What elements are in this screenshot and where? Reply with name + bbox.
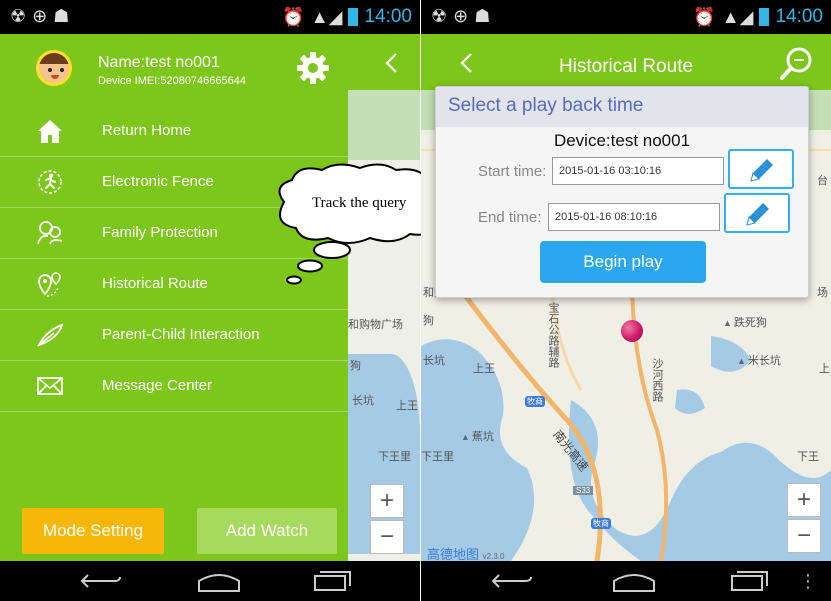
map-header-peek [348, 34, 420, 90]
home-nav-icon[interactable] [196, 571, 242, 593]
back-arrow-icon[interactable] [384, 52, 398, 74]
profile-header: Name:test no001 Device IMEI:520807466656… [0, 34, 348, 104]
android-nav-bar: ⋮ [421, 561, 831, 601]
search-icon[interactable] [779, 46, 815, 82]
map-label: 牧商 [525, 396, 545, 407]
menu-item-label: Historical Route [102, 275, 208, 292]
page-title: Historical Route [558, 56, 694, 77]
fence-runner-icon [38, 170, 62, 194]
map-label: 蕉坑 [461, 428, 494, 444]
map-label: 长坑 [423, 355, 445, 367]
overflow-menu-icon[interactable]: ⋮ [799, 571, 817, 592]
alarm-icon: ⏰ [282, 6, 305, 27]
menu-item-return-home[interactable]: Return Home [0, 106, 348, 157]
map-label: 沙河西路 [651, 358, 663, 402]
map-label: 牧商 [591, 518, 611, 529]
back-nav-icon[interactable] [491, 573, 533, 589]
status-time: 14:00 [775, 6, 823, 27]
pencil-icon [750, 159, 773, 182]
right-phone-screen: ☢⊕☗ ⏰ ▲◢ 14:00 Historical Route 场 台 狗 长坑… [421, 0, 831, 601]
playback-time-dialog: Select a play back time Device:test no00… [435, 86, 809, 298]
zoom-in-button[interactable]: + [370, 484, 404, 518]
recent-apps-icon[interactable] [312, 570, 352, 592]
menu-item-label: Family Protection [102, 224, 218, 241]
map-provider-logo: 高德地图 v2.3.0 [427, 547, 505, 561]
map-label: 下王里 [421, 451, 454, 463]
device-name: Name:test no001 [98, 54, 220, 71]
map-label: 米长坑 [737, 352, 781, 368]
map-label: 上王 [396, 400, 418, 412]
route-header: Historical Route [421, 34, 831, 90]
end-time-field[interactable]: 2015-01-16 08:10:16 [548, 203, 720, 231]
map-label: 宝石公路辅路 [547, 302, 559, 368]
map-label: 狗 [350, 360, 361, 372]
device-location-marker[interactable] [621, 320, 643, 342]
alarm-icon: ⏰ [693, 6, 716, 27]
begin-play-button[interactable]: Begin play [540, 241, 706, 283]
map-label: 下王 [797, 451, 819, 463]
zoom-out-button[interactable]: − [370, 520, 404, 554]
device-imei: Device IMEI:52080746665644 [98, 75, 246, 87]
zoom-in-button[interactable]: + [787, 483, 821, 517]
map-label: 跌死狗 [723, 314, 767, 330]
status-icons: ⏰ ▲◢ 14:00 [693, 6, 823, 28]
family-protection-icon [37, 221, 63, 245]
recent-apps-icon[interactable] [729, 570, 769, 592]
map-label: 场 [817, 287, 828, 299]
location-pins-icon [38, 272, 61, 297]
map-label: 上 [819, 363, 830, 375]
map-label: 上王 [473, 363, 495, 375]
dialog-title: Select a play back time [436, 87, 808, 127]
wifi-signal-icon: ▲◢ [721, 6, 754, 27]
start-time-label: Start time: [478, 163, 547, 180]
notification-icons: ☢⊕☗ [431, 6, 497, 26]
map-label: 长坑 [352, 395, 374, 407]
status-bar: ☢⊕☗ ⏰ ▲◢ 14:00 [421, 0, 831, 34]
edit-start-time-button[interactable] [728, 149, 794, 189]
battery-icon [759, 8, 770, 26]
end-time-label: End time: [478, 209, 542, 226]
map-label: 和购物广场 [348, 319, 403, 331]
navigation-drawer: Name:test no001 Device IMEI:520807466656… [0, 34, 348, 561]
mode-setting-button[interactable]: Mode Setting [22, 508, 164, 554]
menu-item-label: Parent-Child Interaction [102, 326, 260, 343]
map-label: 台 [817, 175, 828, 187]
battery-icon [348, 8, 359, 26]
add-watch-button[interactable]: Add Watch [197, 508, 337, 554]
android-nav-bar [0, 561, 420, 601]
avatar[interactable] [36, 50, 72, 86]
wifi-signal-icon: ▲◢ [310, 6, 343, 27]
gear-icon[interactable] [296, 51, 330, 85]
feather-icon [37, 323, 64, 347]
home-nav-icon[interactable] [611, 571, 657, 593]
envelope-icon [37, 377, 63, 395]
zoom-out-button[interactable]: − [787, 519, 821, 553]
map-behind-drawer: 和购物广场 狗 长坑 上王 下王里 + − [348, 34, 420, 561]
dialog-device-name: Device:test no001 [553, 131, 691, 150]
back-nav-icon[interactable] [80, 573, 122, 589]
map-label: S33 [573, 486, 594, 495]
bubble-text: Track the query [312, 195, 407, 211]
status-icons: ⏰ ▲◢ 14:00 [282, 6, 412, 28]
menu-item-label: Return Home [102, 122, 192, 139]
map-label: 狗 [423, 315, 434, 327]
edit-end-time-button[interactable] [724, 193, 790, 233]
menu-item-label: Message Center [102, 377, 213, 394]
menu-item-message-center[interactable]: Message Center [0, 361, 348, 412]
left-phone-screen: ☢⊕☗ ⏰ ▲◢ 14:00 Name:test no001 Device IM… [0, 0, 420, 601]
map-label: 下王里 [378, 451, 411, 463]
menu-item-label: Electronic Fence [102, 173, 214, 190]
home-icon [38, 120, 62, 143]
start-time-field[interactable]: 2015-01-16 03:10:16 [552, 157, 724, 185]
status-bar: ☢⊕☗ ⏰ ▲◢ 14:00 [0, 0, 420, 34]
pencil-icon [746, 203, 769, 226]
menu-item-parent-child-interaction[interactable]: Parent-Child Interaction [0, 310, 348, 361]
status-time: 14:00 [364, 6, 412, 27]
notification-icons: ☢⊕☗ [10, 6, 76, 26]
